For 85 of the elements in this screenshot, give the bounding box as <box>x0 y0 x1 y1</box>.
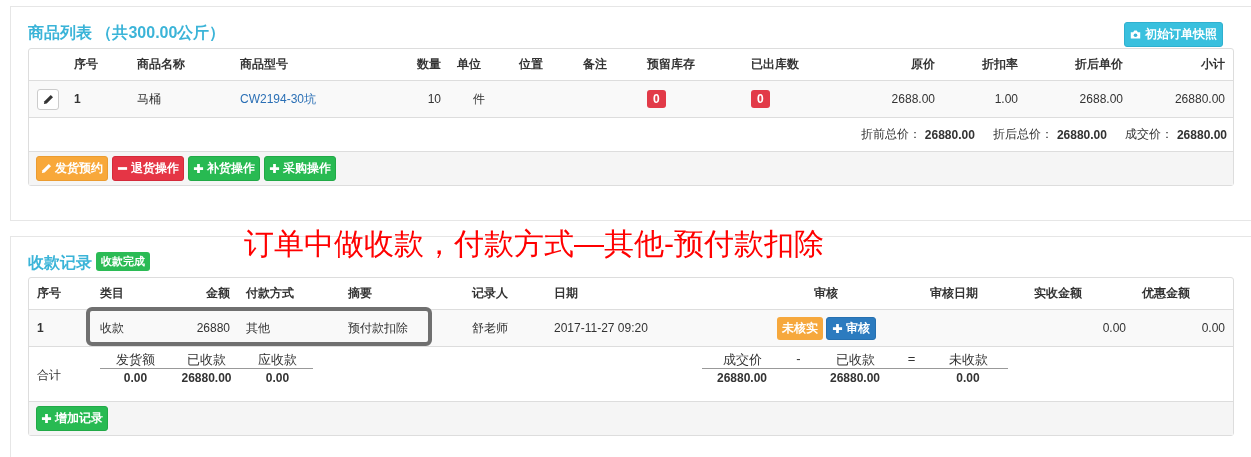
table-cell-text: 10 <box>426 92 442 106</box>
table-cell-text: 2688.00 <box>890 92 936 106</box>
status-badge: 收款完成 <box>96 252 150 271</box>
column-header: 日期 <box>553 285 579 302</box>
summary-label: = <box>907 350 916 366</box>
column-header: 数量 <box>416 56 442 73</box>
column-header: 审核 <box>813 285 839 302</box>
total-value: 26880.00 <box>924 127 975 142</box>
summary-label: 已收款 <box>835 350 875 369</box>
table-cell-text: 舒老师 <box>471 319 509 337</box>
column-header: 优惠金额 <box>1140 285 1191 302</box>
table-cell-text: 1 <box>73 92 82 106</box>
table-cell-text: 2688.00 <box>1078 92 1124 106</box>
column-header: 商品型号 <box>239 56 289 73</box>
summary-value: 0.00 <box>265 369 290 385</box>
table-cell-text: 马桶 <box>136 90 162 108</box>
table-cell-text: 其他 <box>245 319 271 337</box>
action-button[interactable]: 退货操作 <box>112 156 184 181</box>
total-label: 折后总价： <box>992 126 1053 143</box>
summary-label: 发货额 <box>116 350 155 369</box>
summary-value: 26880.00 <box>181 369 232 385</box>
edit-button[interactable] <box>37 88 59 110</box>
total-label: 成交价： <box>1124 126 1173 143</box>
column-header: 商品名称 <box>136 56 186 73</box>
plus-icon <box>269 163 280 174</box>
column-header: 小计 <box>1200 56 1226 73</box>
column-header: 单位 <box>456 56 482 73</box>
column-header: 序号 <box>36 285 62 302</box>
table-cell-text: 0.00 <box>1101 321 1127 335</box>
action-button[interactable]: 采购操作 <box>264 156 336 181</box>
summary-value: 26880.00 <box>829 369 881 385</box>
summary-label: 未收款 <box>948 350 988 369</box>
column-header: 付款方式 <box>244 285 295 302</box>
annotation-text: 订单中做收款，付款方式—其他-预付款扣除 <box>244 226 824 262</box>
column-header: 位置 <box>518 56 544 73</box>
column-header: 折扣率 <box>981 56 1019 73</box>
add-record-button[interactable]: 增加记录 <box>36 406 108 431</box>
action-button[interactable]: 补货操作 <box>188 156 260 181</box>
table-cell-text: 0.00 <box>1200 321 1226 335</box>
summary-value: 0.00 <box>956 369 980 385</box>
column-header: 预留库存 <box>646 56 696 73</box>
camera-icon <box>1130 29 1141 40</box>
plus-icon <box>193 163 204 174</box>
pencil-icon <box>41 163 52 174</box>
stock-badge: 0 <box>751 90 770 108</box>
status-label: 未核实 <box>776 316 823 340</box>
column-header: 备注 <box>582 56 608 73</box>
section-title: 收款记录 <box>28 253 92 273</box>
table-cell-text: 件 <box>472 90 486 108</box>
model-link[interactable]: CW2194-30坑 <box>232 90 401 108</box>
table-cell-text: 1.00 <box>993 92 1019 106</box>
table-cell-text: 1 <box>36 321 45 335</box>
table-cell-text: 26880 <box>195 321 231 335</box>
table-cell-text: 预付款扣除 <box>347 319 409 337</box>
total-label: 合计 <box>37 367 61 384</box>
total-label: 折前总价： <box>860 126 921 143</box>
total-value: 26880.00 <box>1056 127 1107 142</box>
column-header: 摘要 <box>347 285 373 302</box>
column-header: 实收金额 <box>1033 285 1083 302</box>
table-cell-text: 收款 <box>99 319 125 337</box>
plus-icon <box>41 413 52 424</box>
action-button[interactable]: 发货预约 <box>36 156 108 181</box>
plus-icon <box>831 322 843 334</box>
pencil-icon <box>42 93 54 105</box>
summary-value: 26880.00 <box>716 369 768 385</box>
section-title: 商品列表 （共300.00公斤） <box>28 23 226 43</box>
column-header: 类目 <box>99 285 125 302</box>
column-header: 记录人 <box>470 285 509 302</box>
summary-label: 已收款 <box>187 350 226 369</box>
column-header: 金额 <box>205 285 231 302</box>
column-header: 序号 <box>73 56 99 73</box>
column-header: 原价 <box>910 56 936 73</box>
total-value: 26880.00 <box>1176 127 1227 142</box>
table-cell-text: 2017-11-27 09:20 <box>553 321 649 335</box>
summary-label: 成交价 <box>722 350 762 369</box>
column-header: 已出库数 <box>750 56 800 73</box>
review-button[interactable]: 审核 <box>825 316 876 340</box>
table-cell-text: 26880.00 <box>1173 92 1226 106</box>
summary-label: 应收款 <box>258 350 297 369</box>
column-header: 审核日期 <box>929 285 979 302</box>
stock-badge: 0 <box>647 90 666 108</box>
snapshot-button[interactable]: 初始订单快照 <box>1124 22 1223 47</box>
column-header: 折后单价 <box>1074 56 1124 73</box>
summary-label: - <box>796 350 801 366</box>
summary-value: 0.00 <box>123 369 148 385</box>
